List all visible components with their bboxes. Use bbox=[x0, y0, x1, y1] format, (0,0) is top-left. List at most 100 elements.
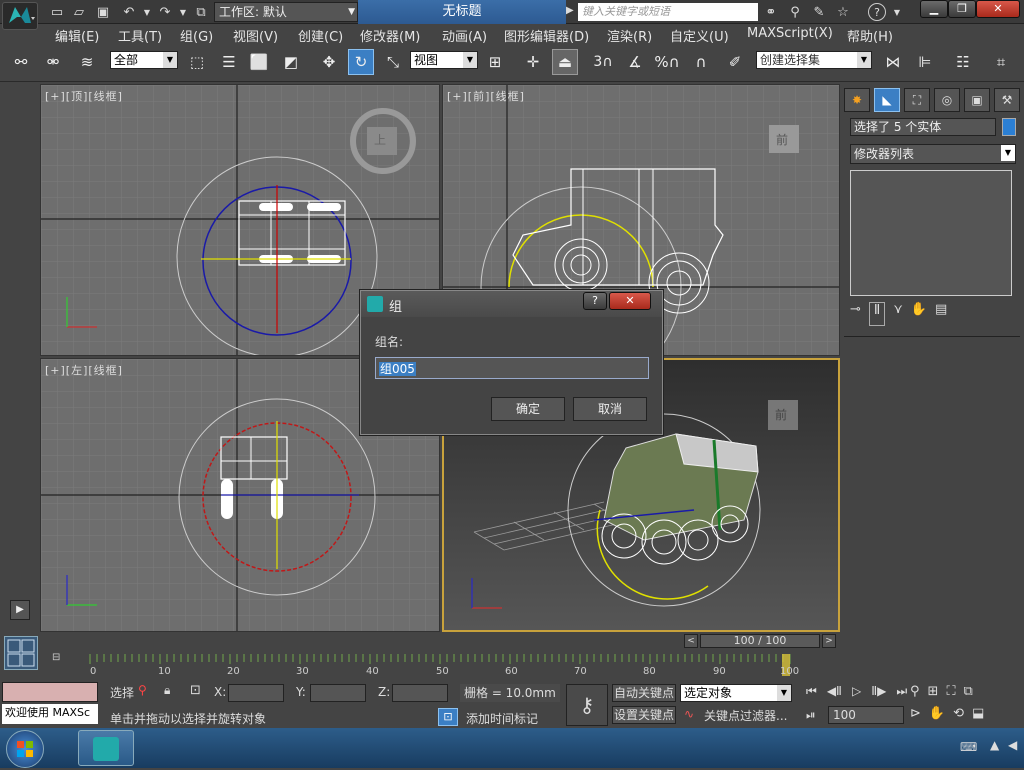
orbit-icon[interactable]: ⟲ bbox=[953, 706, 964, 721]
absolute-mode-icon[interactable]: ⊡ bbox=[190, 683, 201, 698]
viewcube-front-label[interactable]: 前 bbox=[776, 131, 788, 148]
menu-graph-editors[interactable]: 图形编辑器(D) bbox=[504, 26, 589, 45]
redo-icon[interactable]: ↷ bbox=[156, 3, 174, 21]
viewport-top-label[interactable]: [+][顶][线框] bbox=[45, 88, 123, 104]
frame-display[interactable]: 100 / 100 bbox=[700, 634, 820, 648]
menu-animation[interactable]: 动画(A) bbox=[442, 26, 487, 45]
viewport-layout-icon[interactable] bbox=[4, 636, 38, 670]
mirror-icon[interactable]: ⋈ bbox=[880, 49, 906, 75]
ok-button[interactable]: 确定 bbox=[491, 397, 565, 421]
zoom-extents-all-icon[interactable]: ⧉ bbox=[964, 684, 973, 699]
pivot-center-icon[interactable]: ⊞ bbox=[482, 49, 508, 75]
volume-icon[interactable]: ◀ bbox=[1008, 738, 1017, 752]
key-filter-curve-icon[interactable]: ∿ bbox=[684, 707, 694, 721]
undo-icon[interactable]: ↶ bbox=[120, 3, 138, 21]
z-coordinate-field[interactable] bbox=[392, 684, 448, 702]
open-file-icon[interactable]: ▱ bbox=[70, 3, 88, 21]
create-tab-icon[interactable]: ✸ bbox=[844, 88, 870, 112]
workspace-dropdown[interactable]: 工作区: 默认 ▼ bbox=[214, 2, 358, 22]
configure-sets-icon[interactable]: ▤ bbox=[935, 302, 947, 326]
move-icon[interactable]: ✥ bbox=[316, 49, 342, 75]
reference-coordinate-dropdown[interactable]: 视图 ▼ bbox=[410, 51, 478, 69]
close-button[interactable]: ✕ bbox=[976, 0, 1020, 18]
rotate-icon[interactable]: ↻ bbox=[348, 49, 374, 75]
edit-named-selection-icon[interactable]: ✐ bbox=[722, 49, 748, 75]
align-icon[interactable]: ⊫ bbox=[912, 49, 938, 75]
isolate-selection-icon[interactable]: ⚲ bbox=[138, 683, 147, 697]
field-of-view-icon[interactable]: ⊳ bbox=[910, 706, 921, 721]
viewport-front-label[interactable]: [+][前][线框] bbox=[447, 88, 525, 104]
modifier-stack[interactable] bbox=[850, 170, 1012, 296]
go-to-start-icon[interactable]: ⏮ bbox=[806, 684, 817, 699]
dialog-help-button[interactable]: ? bbox=[583, 292, 607, 310]
zoom-extents-icon[interactable]: ⛶ bbox=[946, 684, 955, 699]
menu-edit[interactable]: 编辑(E) bbox=[55, 26, 99, 45]
menu-create[interactable]: 创建(C) bbox=[298, 26, 343, 45]
viewcube-persp-label[interactable]: 前 bbox=[775, 406, 787, 423]
hierarchy-tab-icon[interactable]: ⛶ bbox=[904, 88, 930, 112]
new-file-icon[interactable]: ▭ bbox=[48, 3, 66, 21]
select-object-icon[interactable]: ⬚ bbox=[184, 49, 210, 75]
selection-filter-dropdown[interactable]: 全部 ▼ bbox=[110, 51, 178, 69]
undo-dropdown-icon[interactable]: ▼ bbox=[138, 3, 156, 21]
key-mode-dropdown[interactable]: 选定对象 ▼ bbox=[680, 684, 792, 702]
modify-tab-icon[interactable]: ◣ bbox=[874, 88, 900, 112]
redo-dropdown-icon[interactable]: ▼ bbox=[174, 3, 192, 21]
maxscript-listener-pink[interactable] bbox=[2, 682, 98, 702]
snap-toggle-icon[interactable]: 3 ∩ bbox=[590, 49, 616, 75]
communication-icon[interactable]: ✎ bbox=[810, 3, 828, 21]
cancel-button[interactable]: 取消 bbox=[573, 397, 647, 421]
menu-maxscript[interactable]: MAXScript(X) bbox=[747, 26, 833, 41]
pan-icon[interactable]: ✋ bbox=[929, 706, 945, 721]
set-key-icon[interactable]: ⚷ bbox=[566, 684, 608, 726]
remove-modifier-icon[interactable]: ✋ bbox=[911, 302, 927, 326]
angle-snap-icon[interactable]: ∡ bbox=[622, 49, 648, 75]
save-icon[interactable]: ▣ bbox=[94, 3, 112, 21]
unlink-icon[interactable]: ⚮ bbox=[40, 49, 66, 75]
binoculars-icon[interactable]: ⚭ bbox=[762, 3, 780, 21]
select-by-name-icon[interactable]: ☰ bbox=[216, 49, 242, 75]
set-key-button[interactable]: 设置关键点 bbox=[612, 706, 676, 724]
menu-modifiers[interactable]: 修改器(M) bbox=[360, 26, 420, 45]
menu-customize[interactable]: 自定义(U) bbox=[670, 26, 729, 45]
zoom-all-icon[interactable]: ⊞ bbox=[928, 684, 939, 699]
menu-help[interactable]: 帮助(H) bbox=[847, 26, 893, 45]
viewport-left-label[interactable]: [+][左][线框] bbox=[45, 362, 123, 378]
time-tag-icon[interactable]: ⊡ bbox=[438, 708, 458, 726]
zoom-icon[interactable]: ⚲ bbox=[910, 684, 920, 699]
x-coordinate-field[interactable] bbox=[228, 684, 284, 702]
group-name-input[interactable]: 组005 bbox=[375, 357, 649, 379]
app-logo-button[interactable] bbox=[2, 2, 38, 30]
menu-tools[interactable]: 工具(T) bbox=[118, 26, 162, 45]
play-icon[interactable]: ▷ bbox=[852, 684, 861, 699]
viewcube-top-label[interactable]: 上 bbox=[374, 131, 386, 148]
key-filters-button[interactable]: 关键点过滤器... bbox=[704, 708, 794, 726]
motion-tab-icon[interactable]: ◎ bbox=[934, 88, 960, 112]
minimize-button[interactable]: ▁ bbox=[920, 0, 948, 18]
modifier-list-dropdown[interactable]: 修改器列表 ▼ bbox=[850, 144, 1016, 164]
curve-editor-icon[interactable]: ⌗ bbox=[988, 49, 1014, 75]
object-color-swatch[interactable] bbox=[1002, 118, 1016, 136]
restore-button[interactable]: ❐ bbox=[948, 0, 976, 18]
previous-frame-icon[interactable]: ◀Ⅱ bbox=[827, 684, 842, 699]
keyboard-shortcut-override-icon[interactable]: ⏏ bbox=[552, 49, 578, 75]
mini-curve-editor-icon[interactable]: ⊟ bbox=[52, 652, 72, 666]
utilities-tab-icon[interactable]: ⚒ bbox=[994, 88, 1020, 112]
menu-group[interactable]: 组(G) bbox=[180, 26, 213, 45]
spinner-snap-icon[interactable]: ∩ bbox=[688, 49, 714, 75]
next-frame-button[interactable]: > bbox=[822, 634, 836, 648]
keyboard-icon[interactable]: ⌨ bbox=[960, 740, 977, 754]
display-tab-icon[interactable]: ▣ bbox=[964, 88, 990, 112]
prev-frame-button[interactable]: < bbox=[684, 634, 698, 648]
next-frame-icon[interactable]: Ⅱ▶ bbox=[871, 684, 886, 699]
menu-views[interactable]: 视图(V) bbox=[233, 26, 278, 45]
go-to-end-icon[interactable]: ⏭ bbox=[896, 684, 907, 699]
scale-icon[interactable]: ⤡ bbox=[380, 49, 406, 75]
help-icon[interactable]: ? bbox=[868, 3, 886, 21]
lock-icon[interactable]: 🔒︎ bbox=[164, 683, 170, 698]
key-mode-toggle-icon[interactable]: ⏯ bbox=[806, 708, 816, 723]
make-unique-icon[interactable]: ⋎ bbox=[893, 302, 903, 326]
layer-manager-icon[interactable]: ☷ bbox=[950, 49, 976, 75]
bind-spacewarp-icon[interactable]: ≋ bbox=[74, 49, 100, 75]
named-selection-dropdown[interactable]: 创建选择集 ▼ bbox=[756, 51, 872, 69]
